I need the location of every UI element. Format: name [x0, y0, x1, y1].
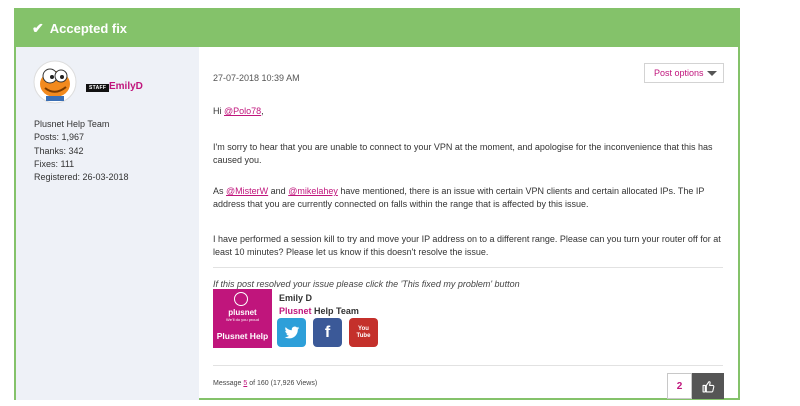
- cartoon-avatar-icon[interactable]: [33, 60, 77, 104]
- signature-name: Emily D: [279, 293, 313, 303]
- facebook-icon[interactable]: f: [313, 318, 342, 347]
- author-fixes: Fixes: 111: [34, 158, 75, 169]
- accepted-fix-banner: ✔ Accepted fix: [16, 10, 738, 47]
- accepted-fix-post: ✔ Accepted fix STAFF EmilyD Plusnet Help…: [14, 8, 740, 400]
- twitter-bird-icon: [284, 326, 299, 338]
- paragraph-1: I'm sorry to hear that you are unable to…: [213, 142, 713, 166]
- msg-prefix: Message: [213, 380, 244, 387]
- chevron-down-icon: [707, 71, 717, 76]
- divider: [213, 267, 723, 268]
- para2-prefix: As: [213, 186, 227, 196]
- mention-link[interactable]: @mikelahey: [288, 186, 338, 196]
- paragraph-3: I have performed a session kill to try a…: [213, 234, 721, 258]
- msg-suffix: of 160 (17,926 Views): [247, 380, 318, 387]
- signature-team-rest: Help Team: [311, 306, 359, 316]
- post-options-dropdown[interactable]: Post options: [644, 63, 724, 83]
- checkmark-icon: ✔: [32, 20, 44, 36]
- kudos-button[interactable]: [692, 373, 724, 399]
- greeting: Hi @Polo78,: [213, 105, 723, 118]
- signature-note: If this post resolved your issue please …: [213, 279, 520, 289]
- author-thanks: Thanks: 342: [34, 145, 84, 156]
- post-timestamp: 27-07-2018 10:39 AM: [213, 73, 300, 83]
- twitter-icon[interactable]: [277, 318, 306, 347]
- greeting-prefix: Hi: [213, 106, 224, 116]
- plusnet-help-logo: plusnet We'll do you proud Plusnet Help: [213, 289, 272, 348]
- youtube-icon[interactable]: You Tube: [349, 318, 378, 347]
- message-count: Message 5 of 160 (17,926 Views): [213, 380, 317, 387]
- banner-title: Accepted fix: [49, 21, 128, 36]
- mention-link[interactable]: @Polo78: [224, 106, 261, 116]
- signature-team: Plusnet Help Team: [279, 306, 359, 316]
- paragraph-2: As @MisterW and @mikelahey have mentione…: [213, 185, 723, 212]
- kudos-count[interactable]: 2: [667, 373, 692, 399]
- kudos-widget: 2: [667, 373, 724, 399]
- author-registered: Registered: 26-03-2018: [34, 172, 129, 183]
- plusnet-logo-icon: [234, 292, 248, 306]
- para2-and: and: [268, 186, 289, 196]
- author-role: Plusnet Help Team: [34, 119, 110, 129]
- post-body: 27-07-2018 10:39 AM Post options Hi @Pol…: [199, 47, 740, 400]
- logo-brand: plusnet: [228, 308, 257, 317]
- author-posts: Posts: 1,967: [34, 132, 85, 143]
- mention-link[interactable]: @MisterW: [226, 186, 268, 196]
- youtube-glyph-bottom: Tube: [356, 332, 371, 339]
- logo-title: Plusnet Help: [216, 331, 269, 341]
- author-username[interactable]: EmilyD: [109, 81, 143, 92]
- logo-tagline: We'll do you proud: [226, 317, 259, 322]
- signature-team-brand: Plusnet: [279, 306, 312, 316]
- author-stats: Plusnet Help Team Posts: 1,967 Thanks: 3…: [34, 118, 129, 184]
- youtube-glyph-top: You: [358, 325, 369, 332]
- thumbs-up-icon: [702, 380, 714, 392]
- post-options-label: Post options: [654, 68, 704, 78]
- greeting-suffix: ,: [261, 106, 264, 116]
- divider: [213, 365, 723, 366]
- staff-badge: STAFF: [86, 84, 110, 92]
- facebook-glyph: f: [324, 323, 331, 341]
- author-sidebar: STAFF EmilyD Plusnet Help Team Posts: 1,…: [16, 47, 199, 400]
